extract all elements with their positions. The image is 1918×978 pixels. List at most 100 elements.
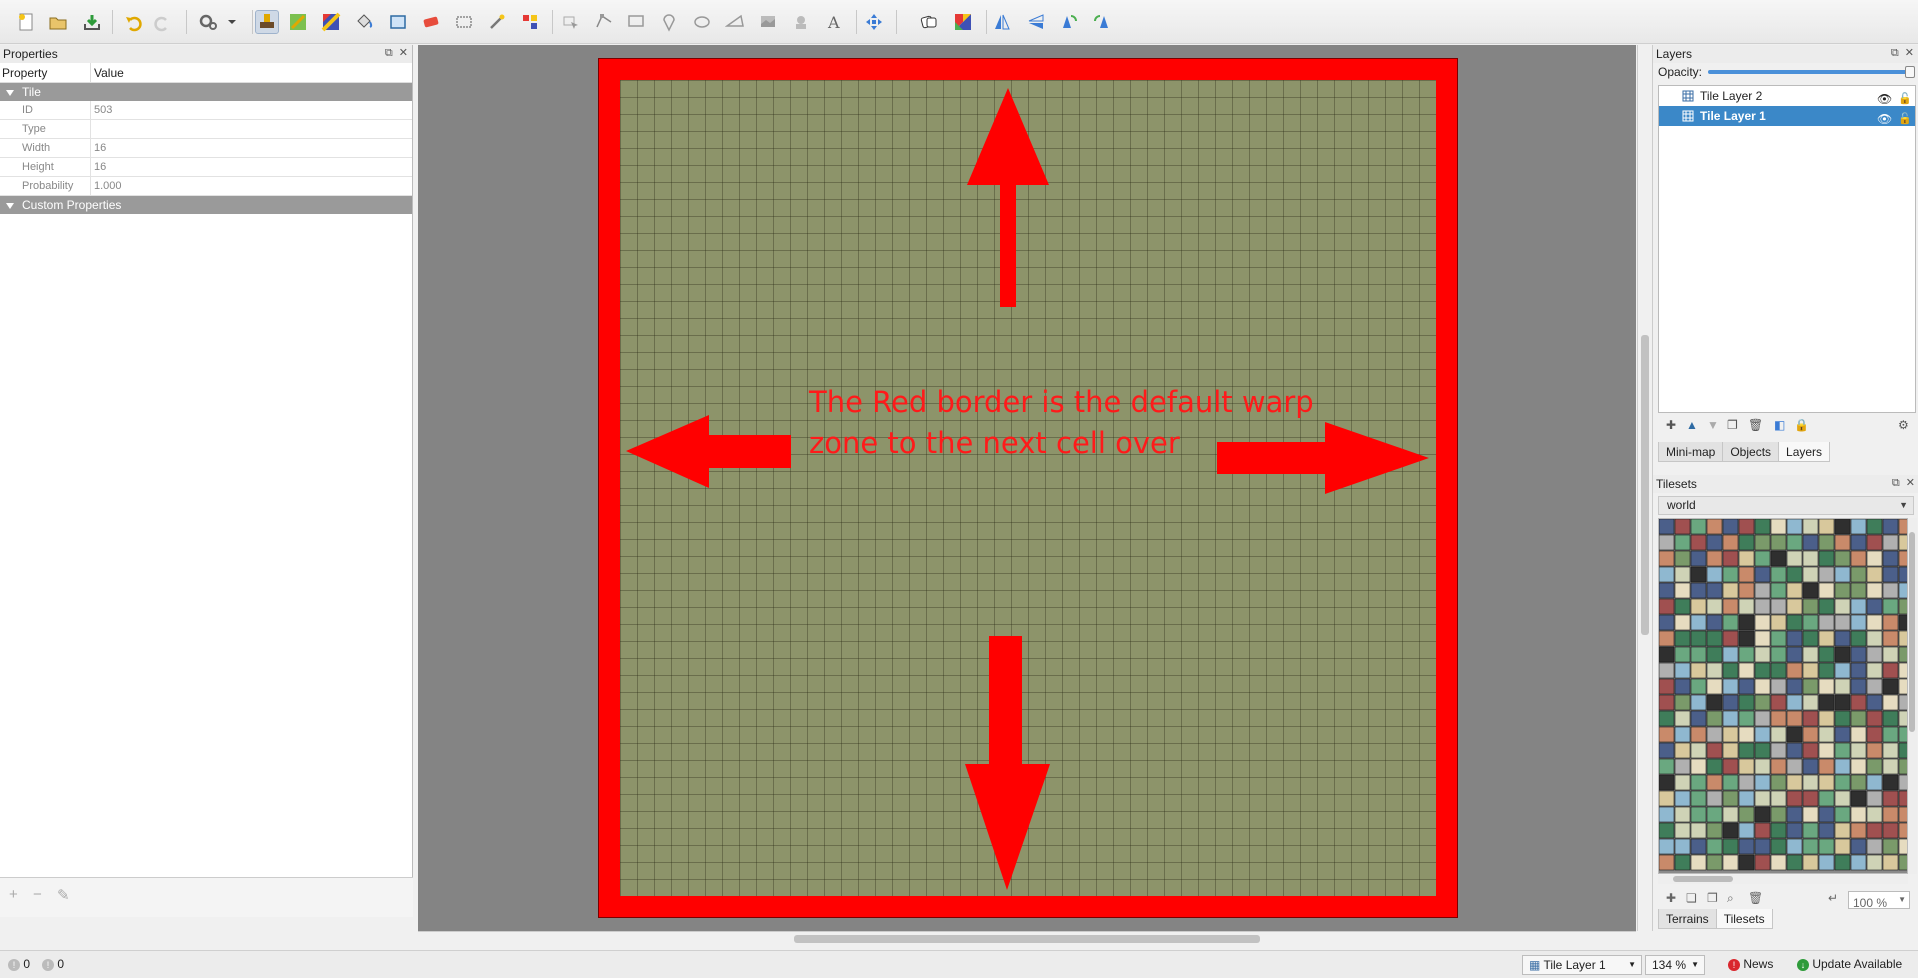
tileset-tile[interactable] [1786, 582, 1803, 599]
tileset-tile[interactable] [1882, 614, 1899, 631]
tileset-tile[interactable] [1802, 662, 1819, 679]
tileset-tile[interactable] [1882, 534, 1899, 551]
tileset-tile[interactable] [1690, 822, 1707, 839]
tileset-tile[interactable] [1770, 614, 1787, 631]
tileset-tile[interactable] [1722, 519, 1739, 535]
raise-layer-icon[interactable]: ▲ [1686, 418, 1698, 432]
tileset-tile[interactable] [1786, 662, 1803, 679]
tileset-tile[interactable] [1770, 838, 1787, 855]
rectangle-select-icon[interactable] [452, 10, 476, 34]
tileset-tile[interactable] [1659, 662, 1675, 679]
tileset-tile[interactable] [1882, 758, 1899, 775]
tileset-tile[interactable] [1706, 534, 1723, 551]
tileset-tile[interactable] [1706, 822, 1723, 839]
tileset-tile[interactable] [1898, 806, 1908, 823]
tileset-tile[interactable] [1754, 678, 1771, 695]
tileset-tile[interactable] [1674, 758, 1691, 775]
undock-icon[interactable]: ⧉ [385, 47, 393, 60]
tileset-tile[interactable] [1818, 630, 1835, 647]
tileset-tile[interactable] [1786, 550, 1803, 567]
tileset-tile[interactable] [1770, 758, 1787, 775]
tileset-tile[interactable] [1786, 646, 1803, 663]
tileset-tile[interactable] [1898, 854, 1908, 871]
tileset-tile[interactable] [1818, 646, 1835, 663]
tileset-tile[interactable] [1722, 550, 1739, 567]
tileset-tile[interactable] [1722, 726, 1739, 743]
tileset-tile[interactable] [1659, 726, 1675, 743]
tileset-tile[interactable] [1690, 694, 1707, 711]
column-value[interactable]: Value [91, 63, 124, 82]
tileset-tile[interactable] [1754, 726, 1771, 743]
tileset-tile[interactable] [1882, 598, 1899, 615]
tileset-tile[interactable] [1818, 614, 1835, 631]
tileset-tile[interactable] [1786, 774, 1803, 791]
tileset-tile[interactable] [1898, 614, 1908, 631]
tileset-tile[interactable] [1659, 742, 1675, 759]
tileset-tile[interactable] [1850, 726, 1867, 743]
tileset-tile[interactable] [1754, 742, 1771, 759]
layer-settings-icon[interactable]: ⚙ [1898, 418, 1909, 432]
tileset-tile[interactable] [1898, 519, 1908, 535]
tileset-tile[interactable] [1898, 790, 1908, 807]
tileset-tile[interactable] [1690, 790, 1707, 807]
tileset-tile[interactable] [1738, 838, 1755, 855]
tileset-tile[interactable] [1850, 806, 1867, 823]
tileset-tile[interactable] [1674, 662, 1691, 679]
tileset-tile[interactable] [1738, 519, 1755, 535]
tileset-tile[interactable] [1802, 838, 1819, 855]
tileset-tile[interactable] [1802, 582, 1819, 599]
tileset-tile[interactable] [1659, 822, 1675, 839]
warnings-indicator[interactable]: ! 0 [42, 957, 64, 971]
tileset-tile[interactable] [1866, 758, 1883, 775]
lock-layer-icon[interactable]: 🔒 [1794, 418, 1809, 432]
tileset-tile[interactable] [1850, 774, 1867, 791]
insert-ellipse-icon[interactable] [690, 10, 714, 34]
command-gears-icon[interactable] [196, 10, 220, 34]
eraser-icon[interactable] [419, 10, 443, 34]
tileset-tile[interactable] [1802, 519, 1819, 535]
tileset-tile[interactable] [1706, 630, 1723, 647]
delete-tileset-icon[interactable]: 🗑 [1748, 891, 1763, 905]
tileset-tile[interactable] [1674, 598, 1691, 615]
column-property[interactable]: Property [0, 63, 91, 82]
edit-tileset-icon[interactable]: ⌕ [1727, 891, 1734, 906]
tileset-tile[interactable] [1659, 678, 1675, 695]
wang-brush-icon[interactable] [319, 10, 343, 34]
show-other-layers-icon[interactable]: ◧ [1774, 418, 1785, 432]
tileset-tile[interactable] [1818, 838, 1835, 855]
scroll-thumb[interactable] [794, 935, 1260, 943]
tileset-tile[interactable] [1738, 582, 1755, 599]
tileset-tile[interactable] [1834, 790, 1851, 807]
tileset-tile[interactable] [1754, 790, 1771, 807]
insert-polygon-icon[interactable] [723, 10, 747, 34]
tileset-tile[interactable] [1706, 742, 1723, 759]
close-icon[interactable]: ✕ [399, 47, 408, 60]
tileset-tile[interactable] [1754, 598, 1771, 615]
tileset-tile[interactable] [1898, 726, 1908, 743]
tileset-tile[interactable] [1722, 630, 1739, 647]
tileset-tile[interactable] [1690, 838, 1707, 855]
collapse-triangle-icon[interactable] [6, 89, 14, 96]
tileset-tile[interactable] [1786, 614, 1803, 631]
map-ground-tiles[interactable]: The Red border is the default warp zone … [620, 80, 1436, 896]
stamp-brush-icon[interactable] [255, 10, 279, 34]
tileset-tile[interactable] [1674, 710, 1691, 727]
tileset-tile[interactable] [1818, 566, 1835, 583]
tileset-tile[interactable] [1690, 550, 1707, 567]
tileset-tile[interactable] [1834, 822, 1851, 839]
tileset-tile[interactable] [1898, 758, 1908, 775]
tileset-tile[interactable] [1770, 806, 1787, 823]
tileset-tile[interactable] [1866, 614, 1883, 631]
tileset-tile[interactable] [1690, 662, 1707, 679]
tileset-tile[interactable] [1786, 519, 1803, 535]
property-row-id[interactable]: ID 503 [0, 101, 412, 120]
tileset-tile[interactable] [1659, 534, 1675, 551]
tileset-tile[interactable] [1722, 710, 1739, 727]
tileset-tile[interactable] [1690, 854, 1707, 871]
tileset-tile[interactable] [1674, 582, 1691, 599]
tileset-tile[interactable] [1882, 726, 1899, 743]
tileset-tile[interactable] [1738, 678, 1755, 695]
tileset-tile[interactable] [1802, 630, 1819, 647]
tileset-tile[interactable] [1850, 790, 1867, 807]
tileset-tile[interactable] [1722, 566, 1739, 583]
